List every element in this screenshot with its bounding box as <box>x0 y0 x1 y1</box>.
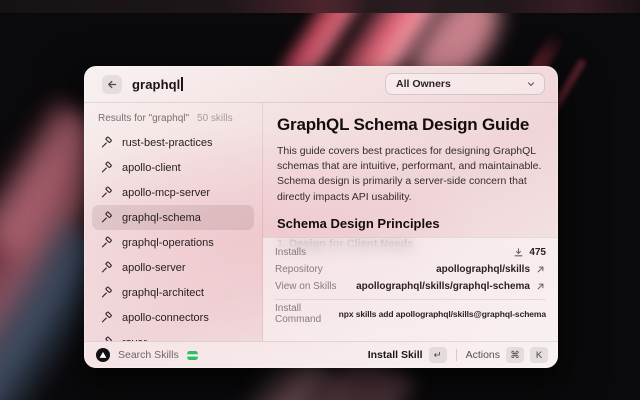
metadata-label: Install Command <box>275 303 339 325</box>
wallpaper-top-band <box>0 0 640 13</box>
metadata-row[interactable]: View on Skills apollographql/skills/graph… <box>275 278 546 295</box>
skill-list-item[interactable]: apollo-connectors <box>92 305 254 330</box>
chevron-down-icon <box>526 79 536 89</box>
owner-filter-value: All Owners <box>396 78 451 90</box>
metadata-rows: Installs 475 Repository apollographql/skill… <box>275 244 546 323</box>
metadata-value-text: apollographql/skills <box>436 264 530 275</box>
skill-list-item[interactable]: apollo-server <box>92 255 254 280</box>
detail-title: GraphQL Schema Design Guide <box>277 115 544 135</box>
skill-name: graphql-architect <box>122 287 204 299</box>
metadata-row: Install Commandnpx skills add apollograp… <box>275 304 546 323</box>
detail-content: GraphQL Schema Design Guide This guide c… <box>263 103 558 250</box>
gavel-icon <box>100 286 113 299</box>
skill-name: graphql-operations <box>122 237 214 249</box>
skill-name: apollo-connectors <box>122 312 209 324</box>
search-header: graphql All Owners <box>84 66 558 103</box>
skill-list-item[interactable]: rover <box>92 330 254 341</box>
skills-logo-icon <box>186 349 199 362</box>
download-icon <box>513 247 524 258</box>
detail-description: This guide covers best practices for des… <box>277 144 544 205</box>
skills-search-window: graphql All Owners Results for "graphql"… <box>84 66 558 368</box>
skill-name: graphql-schema <box>122 212 201 224</box>
metadata-row[interactable]: Repository apollographql/skills <box>275 261 546 278</box>
skill-list-item[interactable]: graphql-architect <box>92 280 254 305</box>
install-skill-button[interactable]: Install Skill <box>368 349 423 361</box>
metadata-panel: Installs 475 Repository apollographql/skill… <box>263 237 558 341</box>
gavel-icon <box>100 186 113 199</box>
metadata-row: Installs 475 <box>275 244 546 261</box>
actions-menu-button[interactable]: Actions <box>466 349 500 361</box>
gavel-icon <box>100 211 113 224</box>
metadata-value-text: apollographql/skills/graphql-schema <box>356 281 530 292</box>
gavel-icon <box>100 311 113 324</box>
metadata-value: npx skills add apollographql/skills@grap… <box>339 309 546 319</box>
back-button[interactable] <box>102 75 122 94</box>
status-bar: Search Skills Install Skill ↵ Actions ⌘ … <box>84 341 558 368</box>
skill-list-item[interactable]: graphql-schema <box>92 205 254 230</box>
metadata-value: apollographql/skills/graphql-schema <box>356 281 546 292</box>
skill-list-item[interactable]: graphql-operations <box>92 230 254 255</box>
metadata-value-text: 475 <box>529 247 546 258</box>
owner-filter-dropdown[interactable]: All Owners <box>385 73 545 95</box>
detail-pane: GraphQL Schema Design Guide This guide c… <box>263 103 558 341</box>
gavel-icon <box>100 236 113 249</box>
results-header: Results for "graphql" 50 skills <box>92 111 254 130</box>
external-link-icon <box>535 264 546 275</box>
metadata-value-text: npx skills add apollographql/skills@grap… <box>339 309 546 319</box>
external-link-icon <box>535 281 546 292</box>
footer-actions: Install Skill ↵ Actions ⌘ K <box>368 347 548 363</box>
skill-list-item[interactable]: rust-best-practices <box>92 130 254 155</box>
window-content: Results for "graphql" 50 skills rust-bes… <box>84 103 558 341</box>
skill-name: rust-best-practices <box>122 137 212 149</box>
skill-name: apollo-mcp-server <box>122 187 210 199</box>
arrow-left-icon <box>107 79 118 90</box>
results-list: rust-best-practices apollo-client apollo-m… <box>92 130 254 341</box>
footer-divider <box>456 349 457 361</box>
results-count: 50 skills <box>197 113 233 124</box>
results-header-label: Results for "graphql" <box>98 113 189 124</box>
search-query-text: graphql <box>132 77 180 92</box>
metadata-label: View on Skills <box>275 281 337 292</box>
footer-context-label: Search Skills <box>118 349 179 361</box>
gavel-icon <box>100 136 113 149</box>
k-key[interactable]: K <box>530 347 548 363</box>
gavel-icon <box>100 261 113 274</box>
enter-key[interactable]: ↵ <box>429 347 447 363</box>
metadata-label: Installs <box>275 247 306 258</box>
results-pane: Results for "graphql" 50 skills rust-bes… <box>84 103 262 341</box>
app-logo-icon <box>96 348 110 362</box>
metadata-divider <box>275 299 546 300</box>
metadata-value: apollographql/skills <box>436 264 546 275</box>
search-input[interactable]: graphql <box>132 77 385 92</box>
text-cursor <box>181 77 183 91</box>
metadata-value: 475 <box>513 247 546 258</box>
detail-section-heading: Schema Design Principles <box>277 211 544 231</box>
skill-name: apollo-server <box>122 262 186 274</box>
skill-name: apollo-client <box>122 162 181 174</box>
skill-list-item[interactable]: apollo-client <box>92 155 254 180</box>
cmd-key[interactable]: ⌘ <box>506 347 524 363</box>
gavel-icon <box>100 161 113 174</box>
skill-list-item[interactable]: apollo-mcp-server <box>92 180 254 205</box>
metadata-label: Repository <box>275 264 323 275</box>
